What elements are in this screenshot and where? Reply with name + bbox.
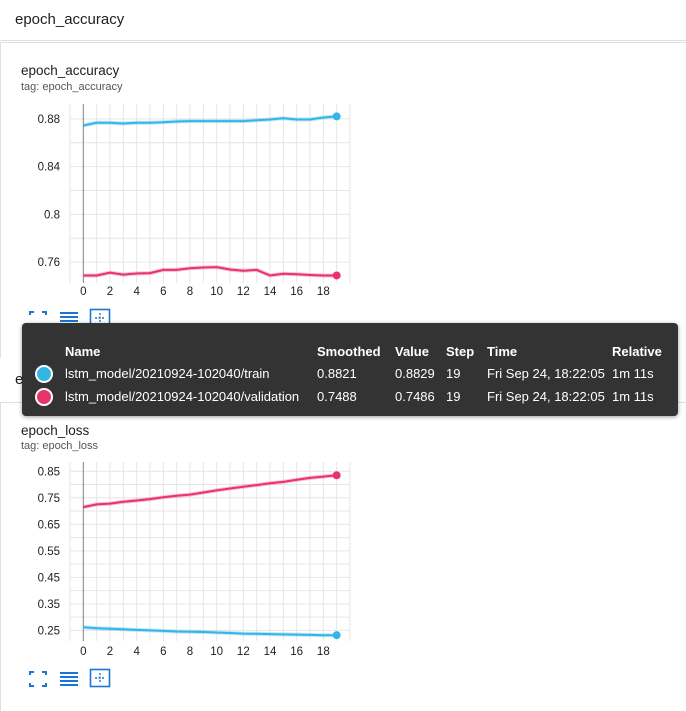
row-name: lstm_model/20210924-102040/validation: [65, 389, 300, 404]
y-tick-label: 0.25: [38, 625, 60, 637]
x-tick-label: 2: [107, 646, 113, 658]
series-point-validation: [332, 471, 341, 480]
y-tick-label: 0.75: [38, 493, 60, 505]
section-header[interactable]: epoch_accuracy: [0, 0, 686, 41]
x-tick-label: 16: [290, 286, 303, 298]
y-tick-label: 0.8: [44, 209, 60, 221]
header-smoothed: Smoothed: [317, 344, 381, 359]
row-time: Fri Sep 24, 18:22:05: [487, 389, 605, 404]
row-value: 0.7486: [395, 389, 435, 404]
header-value: Value: [395, 344, 429, 359]
data-table-icon[interactable]: [58, 669, 80, 689]
chart-tag: tag: epoch_accuracy: [21, 81, 123, 93]
header-time: Time: [487, 344, 518, 359]
x-tick-label: 6: [160, 646, 166, 658]
accuracy-chart[interactable]: 0.76 0.8 0.84 0.88 0 2 4 6 8 10 12 14 16 18: [0, 100, 686, 300]
y-tick-label: 0.85: [38, 466, 60, 478]
validation-color-dot: [35, 388, 53, 406]
x-tick-label: 14: [264, 286, 277, 298]
x-tick-label: 10: [210, 646, 223, 658]
chart-tag: tag: epoch_loss: [21, 440, 99, 452]
fit-to-data-icon[interactable]: [27, 669, 49, 689]
row-value: 0.8829: [395, 366, 435, 381]
x-tick-label: 4: [133, 286, 140, 298]
series-point-validation: [332, 271, 341, 280]
row-time: Fri Sep 24, 18:22:05: [487, 366, 605, 381]
x-tick-label: 18: [317, 286, 330, 298]
header-name: Name: [65, 344, 101, 359]
x-tick-label: 10: [210, 286, 223, 298]
x-tick-label: 6: [160, 286, 166, 298]
y-tick-label: 0.88: [38, 114, 60, 126]
x-tick-label: 18: [317, 646, 330, 658]
header-step: Step: [446, 344, 475, 359]
x-tick-label: 16: [290, 646, 303, 658]
x-tick-label: 12: [237, 286, 250, 298]
row-smoothed: 0.7488: [317, 389, 357, 404]
chart-title: epoch_loss: [21, 423, 90, 438]
x-tick-label: 8: [187, 646, 193, 658]
series-point-train: [332, 631, 341, 640]
row-step: 19: [446, 366, 461, 381]
x-tick-label: 0: [80, 646, 86, 658]
tooltip: Name Smoothed Value Step Time Relative l…: [22, 323, 678, 416]
x-tick-label: 4: [133, 646, 140, 658]
y-tick-label: 0.76: [38, 257, 60, 269]
row-name: lstm_model/20210924-102040/train: [65, 366, 270, 381]
x-tick-label: 14: [264, 646, 277, 658]
x-tick-label: 12: [237, 646, 250, 658]
chart-title: epoch_accuracy: [21, 63, 120, 78]
row-relative: 1m 11s: [612, 366, 654, 381]
section-title: epoch_accuracy: [15, 11, 125, 28]
loss-chart[interactable]: 0.25 0.35 0.45 0.55 0.65 0.75 0.85 0 2 4 6 8 10 12 14 1…: [0, 458, 686, 668]
row-relative: 1m 11s: [612, 389, 654, 404]
train-color-dot: [35, 365, 53, 383]
toggle-y-axis-icon[interactable]: [89, 668, 111, 688]
series-point-train: [332, 112, 341, 121]
header-relative: Relative: [612, 344, 662, 359]
y-tick-label: 0.84: [38, 162, 61, 174]
x-tick-label: 2: [107, 286, 113, 298]
row-step: 19: [446, 389, 461, 404]
y-tick-label: 0.45: [38, 572, 60, 584]
y-tick-label: 0.65: [38, 519, 60, 531]
row-smoothed: 0.8821: [317, 366, 357, 381]
series-line-validation: [83, 474, 337, 509]
x-tick-label: 0: [80, 286, 86, 298]
y-tick-label: 0.35: [38, 599, 60, 611]
x-tick-label: 8: [187, 286, 193, 298]
y-tick-label: 0.55: [38, 546, 60, 558]
